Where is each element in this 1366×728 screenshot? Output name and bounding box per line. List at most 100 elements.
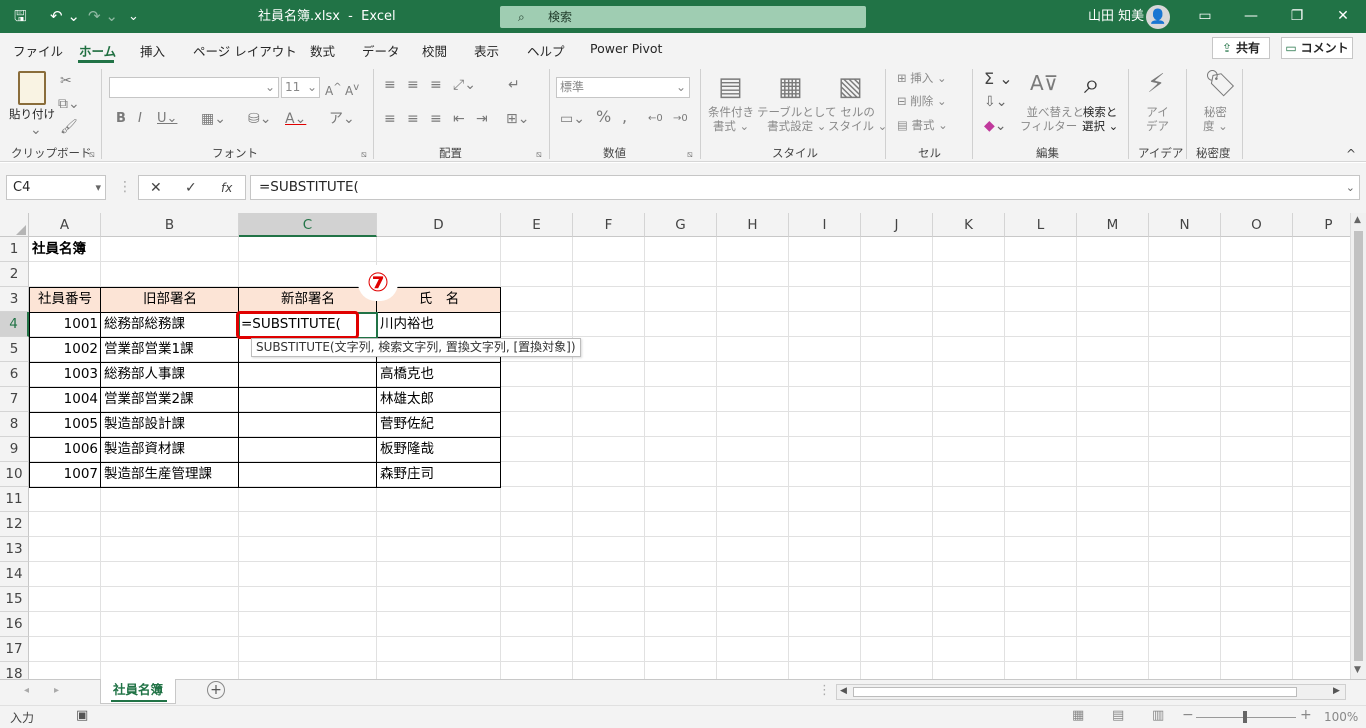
collapse-ribbon-icon[interactable]: ^ [1346,146,1356,162]
row-header-14[interactable]: 14 [0,562,29,587]
name-box[interactable]: C4 ▾ [6,175,106,200]
undo-icon[interactable]: ↶ ⌄ [50,0,80,33]
tab-review[interactable]: 校閲 [422,41,447,60]
cell-employee-id[interactable]: 1001 [29,312,101,337]
cell-employee-id[interactable]: 1005 [29,412,101,437]
cell-styles-label[interactable]: セルの スタイル ⌄ [828,105,887,133]
clipboard-launcher-icon[interactable]: ⧅ [89,147,95,163]
tab-file[interactable]: ファイル [13,41,63,60]
decrease-font-icon[interactable]: Av [345,80,359,99]
row-header-1[interactable]: 1 [0,237,29,262]
borders-icon[interactable]: ▦⌄ [201,111,226,127]
zoom-in-icon[interactable]: + [1300,707,1312,723]
sensitivity-icon[interactable]: 🏷 [1204,69,1237,99]
column-header-b[interactable]: B [101,213,239,237]
row-header-18[interactable]: 18 [0,662,29,679]
row-header-12[interactable]: 12 [0,512,29,537]
scroll-tabs-right-icon[interactable]: ▸ [54,685,59,696]
cell-old-dept[interactable]: 総務部人事課 [101,362,188,387]
column-header-a[interactable]: A [29,213,101,237]
ideas-button-label[interactable]: アイ デア [1146,105,1169,133]
align-right-icon[interactable]: ≡ [430,111,442,127]
comma-style-icon[interactable]: , [622,109,627,125]
paste-dropdown-icon[interactable]: ⌄ [30,122,42,138]
column-header-n[interactable]: N [1149,213,1221,237]
formula-input[interactable]: =SUBSTITUTE(⌄ [250,175,1360,200]
scroll-left-icon[interactable]: ◀ [840,686,847,696]
cancel-icon[interactable]: ✕ [150,180,162,196]
row-header-7[interactable]: 7 [0,387,29,412]
insert-function-icon[interactable]: fx [221,180,232,196]
cell-name[interactable]: 高橋克也 [377,362,437,387]
column-header-l[interactable]: L [1005,213,1077,237]
increase-font-icon[interactable]: A^ [325,80,342,99]
tab-view[interactable]: 表示 [474,41,499,60]
column-header-j[interactable]: J [861,213,933,237]
tab-data[interactable]: データ [362,41,400,60]
delete-cells-button[interactable]: ⊟ 削除 ⌄ [897,94,947,108]
column-header-o[interactable]: O [1221,213,1293,237]
row-header-6[interactable]: 6 [0,362,29,387]
align-top-icon[interactable]: ≡ [384,77,396,93]
ribbon-display-options-icon[interactable]: ▭ [1182,0,1228,33]
column-header-h[interactable]: H [717,213,789,237]
close-icon[interactable]: ✕ [1320,0,1366,33]
font-color-icon[interactable]: A⌄ [285,111,306,127]
cell-employee-id[interactable]: 1002 [29,337,101,362]
underline-icon[interactable]: U⌄ [157,111,177,127]
wrap-text-icon[interactable]: ↵ [508,77,520,93]
decrease-decimal-icon[interactable]: →0 [673,111,688,127]
row-header-4[interactable]: 4 [0,312,29,337]
tab-page-layout[interactable]: ページ レイアウト [193,41,297,60]
phonetic-icon[interactable]: ア⌄ [329,111,355,127]
find-select-label[interactable]: 検索と 選択 ⌄ [1082,105,1118,133]
cell-old-dept[interactable]: 製造部設計課 [101,412,188,437]
function-tooltip[interactable]: SUBSTITUTE(文字列, 検索文字列, 置換文字列, [置換対象]) [251,338,581,357]
normal-view-icon[interactable]: ▦ [1072,708,1084,723]
page-layout-view-icon[interactable]: ▤ [1112,708,1124,723]
cell-old-dept[interactable]: 製造部生産管理課 [101,462,215,487]
fill-color-icon[interactable]: ⛁⌄ [248,111,271,127]
header-employee-id[interactable]: 社員番号 [29,287,101,312]
column-header-g[interactable]: G [645,213,717,237]
merge-center-icon[interactable]: ⊞⌄ [506,111,529,127]
number-format-dropdown[interactable]: 標準 ⌄ [556,77,690,98]
add-sheet-icon[interactable]: + [207,681,225,699]
cell-old-dept[interactable]: 製造部資材課 [101,437,188,462]
paste-icon[interactable] [18,71,46,105]
sensitivity-button-label[interactable]: 秘密度 ⌄ [1203,105,1228,133]
cell-old-dept[interactable]: 営業部営業1課 [101,337,197,362]
horizontal-scrollbar[interactable]: ◀ ▶ [836,684,1346,700]
insert-cells-button[interactable]: ⊞ 挿入 ⌄ [897,71,947,85]
save-icon[interactable]: 🖫 [14,0,27,33]
worksheet-grid[interactable]: ABCDEFGHIJKLMNOP 1 2 3 4 5 6 7 8 9 10 11 12 13 14 15 16… [0,213,1350,679]
number-launcher-icon[interactable]: ⧅ [687,147,693,163]
column-header-f[interactable]: F [573,213,645,237]
zoom-level[interactable]: 100% [1324,710,1358,724]
paste-button-label[interactable]: 貼り付け [9,107,55,121]
expand-formula-bar-icon[interactable]: ⌄ [1346,176,1355,199]
row-header-2[interactable]: 2 [0,262,29,287]
row-header-9[interactable]: 9 [0,437,29,462]
format-as-table-label[interactable]: テーブルとして 書式設定 ⌄ [757,105,836,133]
cell-name[interactable]: 森野庄司 [377,462,437,487]
cell-name[interactable]: 川内裕也 [377,312,437,337]
row-header-8[interactable]: 8 [0,412,29,437]
tab-help[interactable]: ヘルプ [527,41,565,60]
cell-employee-id[interactable]: 1007 [29,462,101,487]
alignment-launcher-icon[interactable]: ⧅ [536,147,542,163]
page-break-view-icon[interactable]: ▥ [1152,708,1164,723]
column-header-p[interactable]: P [1293,213,1350,237]
cut-icon[interactable]: ✂ [60,73,72,89]
customize-quick-access-icon[interactable]: ⌄ [128,0,139,33]
find-select-icon[interactable]: ⌕ [1084,69,1100,99]
zoom-out-icon[interactable]: − [1182,707,1194,723]
cell-employee-id[interactable]: 1004 [29,387,101,412]
sheet-title[interactable]: 社員名簿 [29,237,89,262]
font-name-dropdown[interactable]: ⌄ [109,77,279,98]
column-header-c[interactable]: C [239,213,377,237]
tab-formulas[interactable]: 数式 [310,41,335,60]
macro-record-icon[interactable]: ▣ [76,708,88,723]
avatar-icon[interactable]: 👤 [1146,5,1170,29]
restore-icon[interactable]: ❐ [1274,0,1320,33]
